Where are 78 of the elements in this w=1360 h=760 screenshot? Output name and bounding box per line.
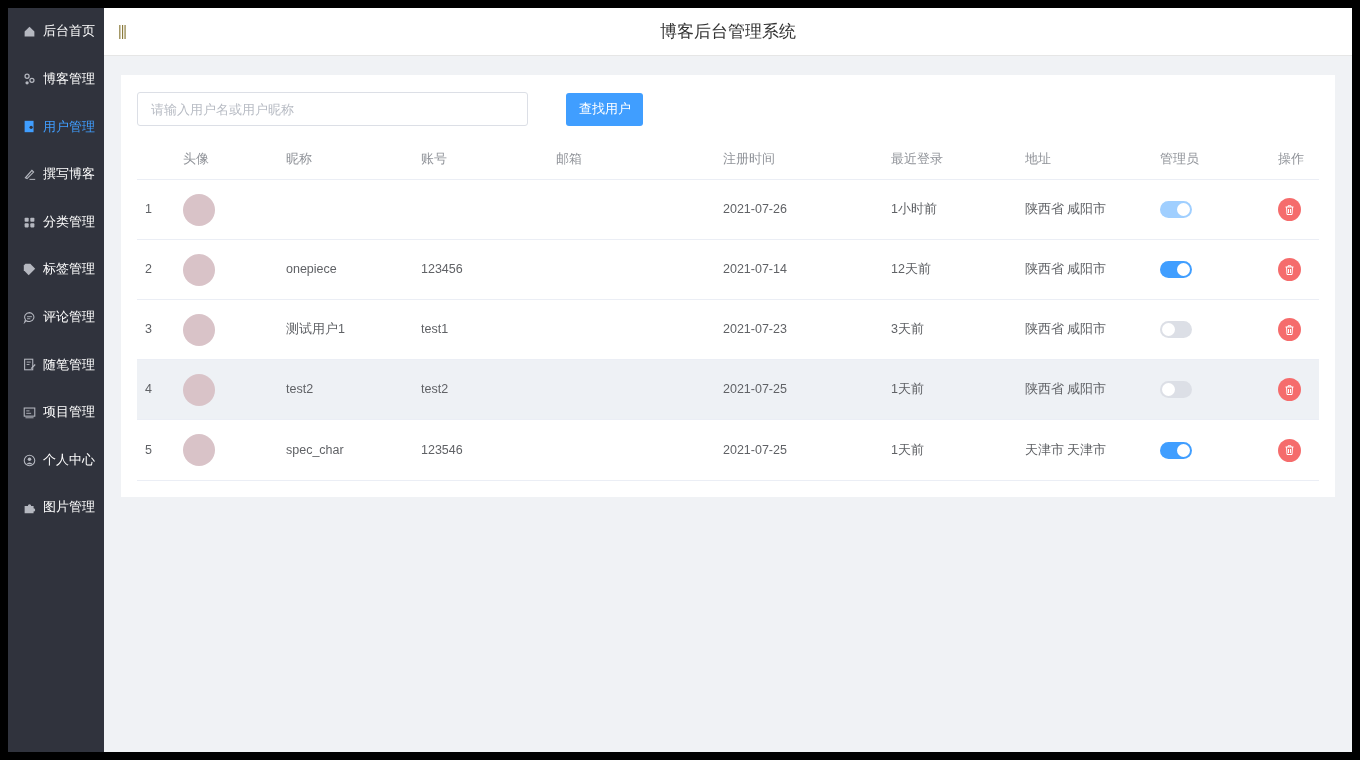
table-cell: 4: [145, 382, 152, 397]
table-cell: onepiece: [286, 262, 337, 277]
column-header: 地址: [1025, 152, 1051, 167]
table-cell: 12天前: [891, 262, 931, 277]
trash-icon: [1285, 324, 1294, 335]
table-cell: 5: [145, 442, 152, 457]
column-header: 头像: [183, 152, 209, 167]
page-title: 博客后台管理系统: [660, 20, 796, 43]
table-cell: 2021-07-23: [723, 322, 787, 337]
sidebar-item[interactable]: 随笔管理: [8, 341, 104, 389]
table-cell: 陕西省 咸阳市: [1025, 262, 1107, 277]
trash-icon: [1285, 204, 1294, 215]
table-cell: test1: [421, 322, 449, 337]
trash-icon: [1285, 264, 1294, 275]
table-cell: 1天前: [891, 442, 924, 457]
sidebar-item[interactable]: 项目管理: [8, 388, 104, 437]
tag-icon: [23, 263, 36, 277]
table-cell: 2: [145, 262, 152, 277]
avatar-photo-placeholder: [183, 253, 215, 286]
avatar-photo-placeholder: [183, 434, 215, 466]
admin-toggle[interactable]: [1160, 441, 1192, 459]
avatar-photo-placeholder: [183, 313, 215, 346]
table-cell: 陕西省 咸阳市: [1025, 382, 1107, 397]
delete-button[interactable]: [1278, 258, 1301, 281]
screen-icon: [23, 406, 36, 420]
sidebar-item[interactable]: 图片管理: [8, 483, 104, 532]
trash-icon: [1285, 445, 1294, 455]
table-cell: 陕西省 咸阳市: [1025, 322, 1107, 337]
menu-toggle-button[interactable]: |||: [118, 21, 126, 42]
table-cell: 1: [145, 202, 152, 217]
sidebar-item[interactable]: 评论管理: [8, 293, 104, 342]
table-cell: 测试用户1: [286, 322, 345, 337]
table-cell: 2021-07-25: [723, 382, 787, 397]
delete-button[interactable]: [1278, 318, 1301, 341]
table-cell: spec_char: [286, 442, 344, 457]
grid-icon: [23, 215, 36, 229]
column-header: 注册时间: [723, 152, 775, 167]
table-cell: 陕西省 咸阳市: [1025, 202, 1107, 217]
nodes-icon: [23, 72, 36, 86]
column-header: 最近登录: [891, 152, 943, 167]
delete-button[interactable]: [1278, 378, 1301, 401]
column-header: 管理员: [1160, 152, 1199, 167]
table-cell: 123546: [421, 442, 463, 457]
avatar-photo-placeholder: [183, 373, 215, 406]
column-header: 邮箱: [556, 152, 582, 167]
table-cell: 2021-07-25: [723, 442, 787, 457]
table-cell: 123456: [421, 262, 463, 277]
home-icon: [23, 25, 36, 39]
sidebar-item[interactable]: 用户管理: [8, 103, 104, 151]
chat-icon: [23, 310, 36, 324]
admin-toggle[interactable]: [1160, 321, 1192, 338]
sidebar-item[interactable]: 博客管理: [8, 55, 104, 104]
sidebar-item[interactable]: 标签管理: [8, 245, 104, 294]
column-header: 昵称: [286, 152, 312, 167]
table-cell: 3天前: [891, 322, 924, 337]
delete-button[interactable]: [1278, 438, 1301, 462]
avatar-photo-placeholder: [183, 193, 215, 226]
column-header: 操作: [1278, 152, 1304, 167]
table-cell: 2021-07-26: [723, 202, 787, 217]
table-cell: 3: [145, 322, 152, 337]
table-cell: test2: [421, 382, 449, 397]
table-cell: 2021-07-14: [723, 262, 787, 277]
table-cell: test2: [286, 382, 314, 397]
sidebar-item[interactable]: 个人中心: [8, 436, 104, 484]
note-icon: [23, 358, 36, 372]
search-field[interactable]: 请输入用户名或用户昵称: [137, 92, 528, 126]
person-icon: [23, 453, 36, 467]
table-cell: 天津市 天津市: [1025, 442, 1107, 457]
trash-icon: [1285, 384, 1294, 395]
admin-toggle[interactable]: [1160, 381, 1192, 398]
sidebar-item[interactable]: 后台首页: [8, 8, 104, 56]
table-cell: 1小时前: [891, 202, 937, 217]
pen-icon: [23, 168, 36, 182]
admin-toggle[interactable]: [1160, 261, 1192, 278]
sidebar-item[interactable]: 撰写博客: [8, 150, 104, 199]
column-header: 账号: [421, 152, 447, 167]
sidebar-item[interactable]: 分类管理: [8, 198, 104, 246]
table-cell: 1天前: [891, 382, 924, 397]
